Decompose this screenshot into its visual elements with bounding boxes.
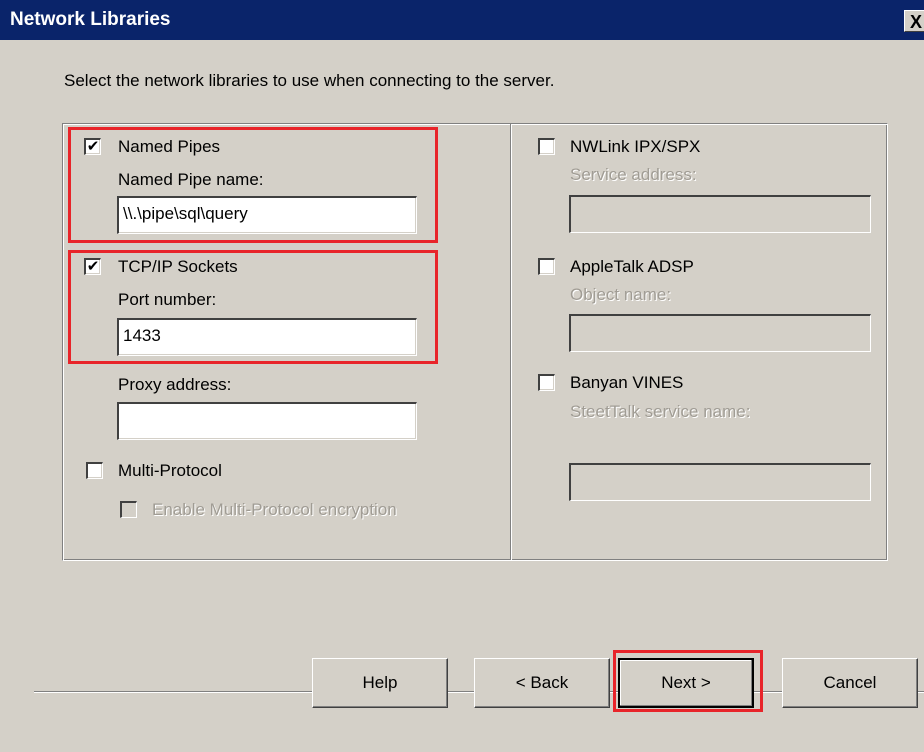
back-button[interactable]: < Back bbox=[474, 658, 610, 708]
column-divider bbox=[510, 124, 512, 560]
object-name-label: Object name: bbox=[570, 285, 672, 304]
banyan-vines-label[interactable]: Banyan VINES bbox=[570, 373, 683, 393]
close-button[interactable]: X bbox=[904, 10, 924, 32]
named-pipes-highlight bbox=[68, 127, 438, 243]
nwlink-checkbox[interactable] bbox=[538, 138, 555, 155]
object-name-input[interactable] bbox=[569, 314, 871, 352]
proxy-address-input[interactable] bbox=[117, 402, 417, 440]
nwlink-label[interactable]: NWLink IPX/SPX bbox=[570, 137, 700, 157]
appletalk-checkbox[interactable] bbox=[538, 258, 555, 275]
banyan-vines-checkbox[interactable] bbox=[538, 374, 555, 391]
window-title: Network Libraries bbox=[10, 9, 171, 30]
appletalk-label[interactable]: AppleTalk ADSP bbox=[570, 257, 694, 277]
cancel-button[interactable]: Cancel bbox=[782, 658, 918, 708]
help-button[interactable]: Help bbox=[312, 658, 448, 708]
title-bar: Network Libraries bbox=[0, 0, 924, 40]
service-address-label: Service address: bbox=[570, 165, 697, 184]
instruction-text: Select the network libraries to use when… bbox=[64, 71, 555, 90]
streettalk-name-input[interactable] bbox=[569, 463, 871, 501]
proxy-address-label: Proxy address: bbox=[118, 375, 232, 394]
multi-protocol-checkbox[interactable] bbox=[86, 462, 103, 479]
encryption-checkbox[interactable] bbox=[120, 501, 137, 518]
tcpip-highlight bbox=[68, 250, 438, 364]
service-address-input[interactable] bbox=[569, 195, 871, 233]
multi-protocol-label[interactable]: Multi-Protocol bbox=[118, 461, 222, 481]
encryption-label: Enable Multi-Protocol encryption bbox=[152, 500, 397, 519]
streettalk-name-label: SteetTalk service name: bbox=[570, 402, 751, 421]
next-highlight bbox=[613, 650, 763, 712]
